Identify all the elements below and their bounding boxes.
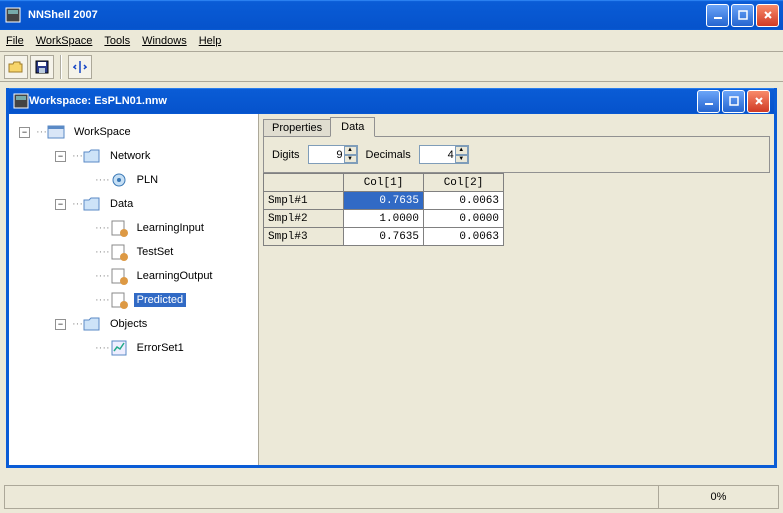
grid-cell[interactable]: 0.0000 [424, 210, 504, 228]
menu-file[interactable]: File [6, 35, 24, 47]
tree-testset[interactable]: TestSet [134, 245, 177, 259]
grid-cell[interactable]: 0.7635 [344, 192, 424, 210]
menu-windows[interactable]: Windows [142, 35, 187, 47]
tree-errorset1[interactable]: ErrorSet1 [134, 341, 187, 355]
grid-corner[interactable] [264, 174, 344, 192]
maximize-button[interactable] [731, 4, 754, 27]
tab-properties[interactable]: Properties [263, 119, 331, 136]
tree-pln[interactable]: PLN [134, 173, 161, 187]
tab-strip: Properties Data [259, 114, 774, 136]
spinner-icon[interactable]: ▲▼ [455, 146, 468, 163]
tree-data[interactable]: Data [107, 197, 136, 211]
tree-network[interactable]: Network [107, 149, 153, 163]
minimize-button[interactable] [706, 4, 729, 27]
expand-icon[interactable]: − [19, 127, 30, 138]
chart-icon [110, 339, 128, 357]
data-grid[interactable]: Col[1]Col[2] Smpl#10.76350.0063 Smpl#21.… [263, 173, 770, 246]
toolbar-separator [60, 55, 62, 79]
workspace-node-icon [47, 123, 65, 141]
expand-icon[interactable]: − [55, 151, 66, 162]
workspace-icon [13, 93, 29, 109]
grid-cell[interactable]: 0.7635 [344, 228, 424, 246]
mdi-maximize-button[interactable] [722, 90, 745, 113]
tree-objects[interactable]: Objects [107, 317, 150, 331]
menubar: File WorkSpace Tools Windows Help [0, 30, 783, 52]
expand-icon[interactable]: − [55, 319, 66, 330]
main-titlebar: NNShell 2007 [0, 0, 783, 30]
digits-label: Digits [272, 149, 300, 161]
decimals-label: Decimals [366, 149, 411, 161]
tree-view[interactable]: −···WorkSpace −···Network ····PLN −···Da… [9, 114, 259, 465]
grid-cell[interactable]: 0.0063 [424, 192, 504, 210]
format-panel: Digits 9▲▼ Decimals 4▲▼ [263, 136, 770, 173]
toolbar [0, 52, 783, 82]
progress-text: 0% [658, 486, 778, 508]
statusbar: 0% [4, 485, 779, 509]
app-title: NNShell 2007 [28, 9, 98, 21]
dataset-icon [110, 243, 128, 261]
workspace-titlebar: Workspace: EsPLN01.nnw [9, 88, 774, 114]
workspace-window: Workspace: EsPLN01.nnw −···WorkSpace −··… [6, 88, 777, 468]
toggle-button[interactable] [68, 55, 92, 79]
digits-input[interactable]: 9▲▼ [308, 145, 358, 164]
tree-learninginput[interactable]: LearningInput [134, 221, 207, 235]
dataset-icon [110, 267, 128, 285]
mdi-minimize-button[interactable] [697, 90, 720, 113]
col-header[interactable]: Col[2] [424, 174, 504, 192]
dataset-icon [110, 291, 128, 309]
close-button[interactable] [756, 4, 779, 27]
mdi-close-button[interactable] [747, 90, 770, 113]
tab-data[interactable]: Data [330, 117, 375, 137]
row-header[interactable]: Smpl#3 [264, 228, 344, 246]
col-header[interactable]: Col[1] [344, 174, 424, 192]
folder-icon [83, 315, 101, 333]
gear-icon [110, 171, 128, 189]
tree-learningoutput[interactable]: LearningOutput [134, 269, 216, 283]
decimals-input[interactable]: 4▲▼ [419, 145, 469, 164]
menu-workspace[interactable]: WorkSpace [36, 35, 93, 47]
menu-help[interactable]: Help [199, 35, 222, 47]
tree-predicted[interactable]: Predicted [134, 293, 186, 307]
tree-root[interactable]: WorkSpace [71, 125, 134, 139]
save-button[interactable] [30, 55, 54, 79]
grid-cell[interactable]: 0.0063 [424, 228, 504, 246]
open-button[interactable] [4, 55, 28, 79]
grid-cell[interactable]: 1.0000 [344, 210, 424, 228]
dataset-icon [110, 219, 128, 237]
expand-icon[interactable]: − [55, 199, 66, 210]
app-icon [4, 6, 22, 24]
folder-icon [83, 147, 101, 165]
content-panel: Properties Data Digits 9▲▼ Decimals 4▲▼ … [259, 114, 774, 465]
row-header[interactable]: Smpl#2 [264, 210, 344, 228]
spinner-icon[interactable]: ▲▼ [344, 146, 357, 163]
folder-icon [83, 195, 101, 213]
workspace-title: Workspace: EsPLN01.nnw [29, 95, 167, 107]
menu-tools[interactable]: Tools [104, 35, 130, 47]
row-header[interactable]: Smpl#1 [264, 192, 344, 210]
